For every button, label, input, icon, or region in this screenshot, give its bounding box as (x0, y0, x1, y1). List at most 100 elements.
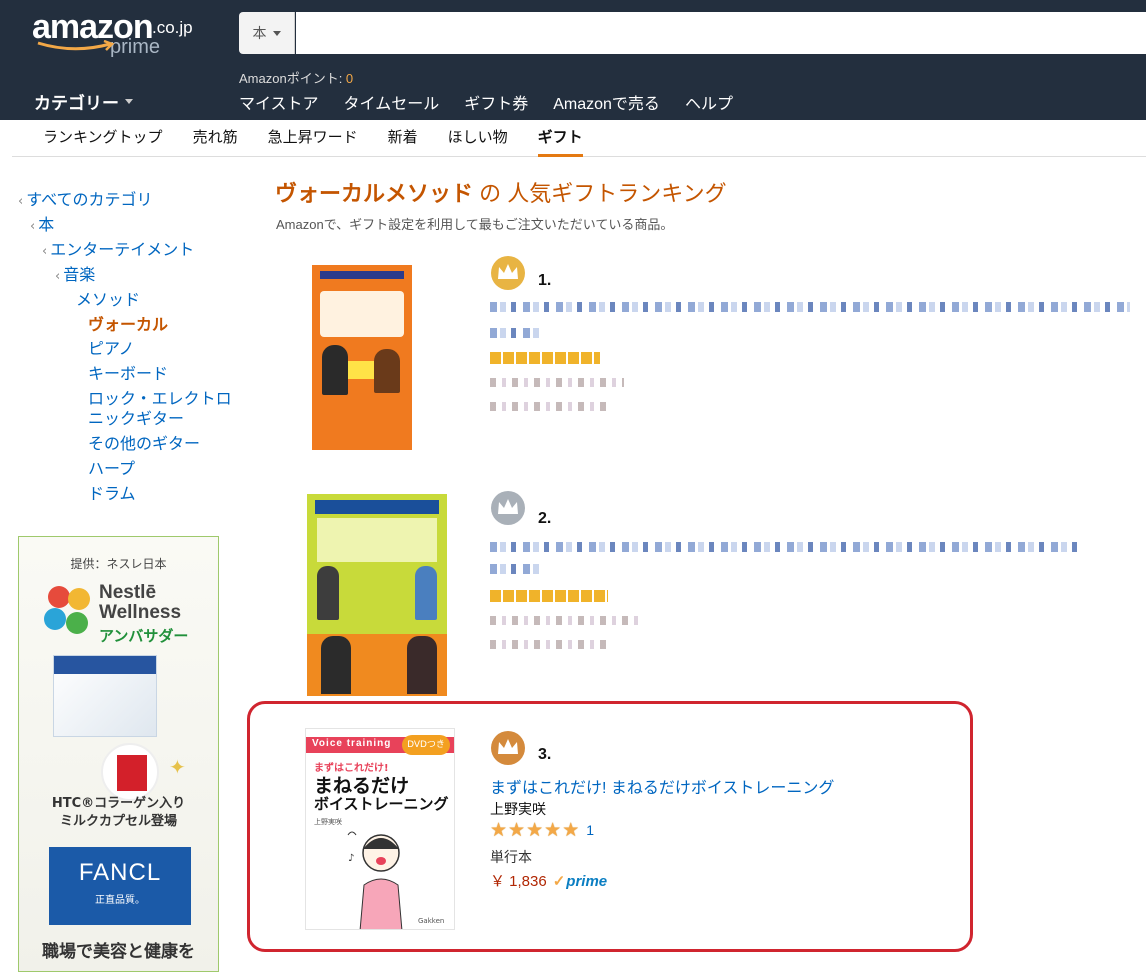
redacted-rating[interactable] (490, 352, 600, 364)
redacted-title-line2[interactable] (490, 564, 540, 574)
sidebar-item-rock-electric-line2[interactable]: ニックギター (88, 405, 184, 429)
logo-tld: .co.jp (152, 18, 193, 37)
rating-stars[interactable]: ★ ★ ★ ★ ★ 1 (490, 820, 594, 840)
redacted-title[interactable] (490, 542, 1080, 552)
chevron-down-icon (272, 30, 281, 36)
sidebar-item-other-guitar[interactable]: その他のギター (88, 430, 200, 454)
crumb-label: すべてのカテゴリ (26, 190, 153, 209)
title-rest: の 人気ギフトランキング (473, 181, 727, 206)
ad-sponsor: 提供：ネスレ日本 (70, 557, 167, 571)
tab-ranking-top[interactable]: ランキングトップ (43, 120, 163, 157)
fancl-logo: FANCL 正直品質。 (49, 847, 191, 925)
redacted-rating[interactable] (490, 590, 608, 602)
nav-gift-card[interactable]: ギフト券 (464, 90, 528, 114)
review-count-link[interactable]: 1 (586, 822, 594, 838)
cover-top-text: Voice training (312, 738, 392, 749)
top-nav: マイストア タイムセール ギフト券 Amazonで売る ヘルプ (239, 90, 733, 114)
nav-my-store[interactable]: マイストア (239, 90, 319, 114)
redacted-title[interactable] (490, 302, 1130, 312)
category-menu-button[interactable]: カテゴリー (34, 89, 133, 114)
ad-ambassador: アンバサダー (99, 627, 189, 645)
sidebar-item-piano[interactable]: ピアノ (88, 335, 135, 359)
category-label: カテゴリー (34, 94, 119, 113)
ranking-subnav: ランキングトップ 売れ筋 急上昇ワード 新着 ほしい物 ギフト (12, 120, 1146, 157)
crumb-label: 音楽 (63, 265, 96, 284)
ad-brand-line1: Nestlē (99, 582, 157, 603)
product-price: ￥ 1,836 (490, 873, 547, 890)
crumb-books[interactable]: ‹ 本 (30, 211, 54, 235)
search-department-select[interactable]: 本 (239, 12, 295, 54)
bronze-crown-icon (491, 731, 525, 765)
tab-wishlist[interactable]: ほしい物 (448, 120, 508, 157)
tab-movers[interactable]: 急上昇ワード (268, 120, 358, 157)
sidebar-item-drums[interactable]: ドラム (88, 480, 136, 504)
redacted-format (490, 616, 640, 625)
sidebar-item-harp[interactable]: ハープ (88, 455, 135, 479)
rank-number: 1. (538, 272, 552, 289)
chevron-down-icon (125, 99, 133, 104)
singer-illustration: ♪ (347, 831, 403, 929)
ranking-item: 2. (270, 490, 1146, 700)
rank-number: 3. (538, 746, 552, 763)
redacted-title-line2[interactable] (490, 328, 542, 338)
amazon-logo[interactable]: amazon .co.jp prime (30, 6, 230, 62)
book-cover-image[interactable] (312, 265, 412, 450)
book-cover-image[interactable]: Voice training DVDつき まずはこれだけ! まねるだけ ボイスト… (305, 728, 455, 930)
crumb-all-categories[interactable]: ‹ すべてのカテゴリ (18, 186, 152, 210)
search-input[interactable] (296, 12, 1146, 54)
points-label: Amazonポイント: (239, 71, 346, 86)
prime-badge: ✓prime (553, 872, 607, 890)
book-cover-image[interactable] (307, 494, 447, 696)
svg-text:♪: ♪ (348, 853, 354, 864)
sparkle-icon: ✦ (169, 755, 186, 779)
nestle-flower-icon (44, 586, 90, 634)
star-icon: ★ (526, 819, 544, 841)
crumb-music[interactable]: ‹ 音楽 (55, 261, 95, 285)
product-author: 上野実咲 (490, 801, 546, 817)
star-icon: ★ (544, 819, 562, 841)
product-price-row: ￥ 1,836 ✓prime (490, 870, 607, 891)
points-value: 0 (345, 71, 354, 86)
redacted-price (490, 402, 610, 411)
prime-check-icon: ✓ (552, 872, 566, 890)
points-display[interactable]: Amazonポイント: 0 (239, 68, 353, 87)
chevron-left-icon: ‹ (18, 194, 24, 209)
tab-new[interactable]: 新着 (388, 120, 418, 157)
sidebar-ad-banner[interactable]: 提供：ネスレ日本 Nestlē Wellness アンバサダー ✦ HTC®コラ… (18, 536, 219, 972)
crumb-vocal-current: ヴォーカル (88, 315, 169, 334)
fancl-wordmark: FANCL (78, 859, 162, 886)
ad-collagen-line2: ミルクカプセル登場 (59, 814, 177, 829)
tab-best-sellers[interactable]: 売れ筋 (193, 120, 238, 157)
redacted-format (490, 378, 624, 387)
sidebar-item-keyboard[interactable]: キーボード (88, 360, 168, 384)
chevron-left-icon: ‹ (55, 269, 61, 284)
search-department-label: 本 (252, 26, 267, 42)
ad-collagen-line1: HTC®コラーゲン入り (51, 796, 186, 811)
gold-crown-icon (491, 256, 525, 290)
tab-gift[interactable]: ギフト (537, 120, 583, 157)
chevron-left-icon: ‹ (42, 244, 48, 259)
chevron-left-icon: ‹ (30, 219, 36, 234)
nav-time-sale[interactable]: タイムセール (344, 90, 440, 114)
ad-promo-text: 職場で美容と健康を (42, 942, 195, 962)
prime-label: prime (566, 872, 608, 890)
ad-brand: Nestlē Wellness (99, 583, 181, 623)
page-title: ヴォーカルメソッド の 人気ギフトランキング (275, 176, 727, 208)
star-icon: ★ (490, 819, 508, 841)
nav-sell[interactable]: Amazonで売る (553, 90, 660, 114)
product-box-image (53, 655, 157, 737)
crumb-entertainment[interactable]: ‹ エンターテイメント (42, 236, 194, 260)
star-icon: ★ (508, 819, 526, 841)
product-title-link[interactable]: まずはこれだけ! まねるだけボイストレーニング (490, 774, 834, 798)
redacted-price (490, 640, 606, 649)
smile-arrow-icon (37, 40, 115, 51)
product-format: 単行本 (490, 849, 532, 865)
page-subtitle: Amazonで、ギフト設定を利用して最もご注文いただいている商品。 (276, 217, 674, 232)
ad-collagen-text: HTC®コラーゲン入り ミルクカプセル登場 (19, 795, 218, 831)
crumb-method[interactable]: メソッド (76, 286, 140, 310)
nav-help[interactable]: ヘルプ (685, 90, 733, 114)
logo-prime: prime (110, 36, 161, 58)
cover-dvd-badge: DVDつき (402, 735, 450, 755)
title-category: ヴォーカルメソッド (275, 181, 474, 206)
crumb-label: 本 (38, 215, 55, 234)
